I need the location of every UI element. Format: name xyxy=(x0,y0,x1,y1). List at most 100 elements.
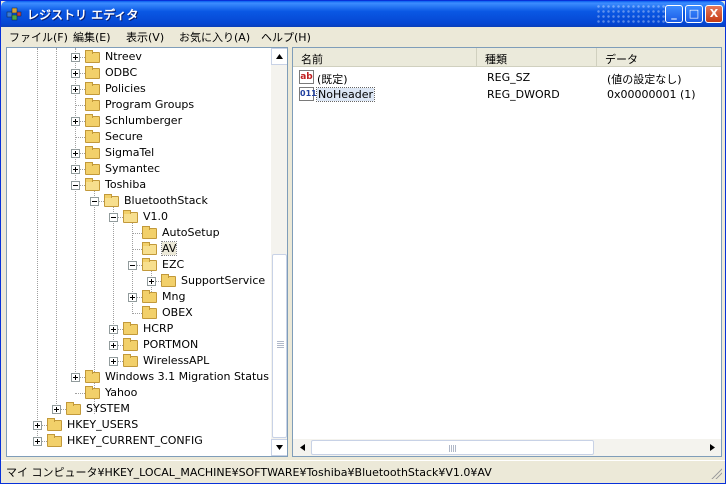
folder-icon xyxy=(123,338,138,351)
folder-open-icon xyxy=(104,194,119,207)
tree-node[interactable]: BluetoothStack xyxy=(7,193,269,209)
window-title: レジストリ エディタ xyxy=(27,8,139,22)
tree-node-label: Ntreev xyxy=(105,50,142,63)
tree-node[interactable]: Yahoo xyxy=(7,385,269,401)
scroll-down-button[interactable] xyxy=(271,439,287,456)
tree-node[interactable]: EZC xyxy=(7,257,269,273)
menu-help[interactable]: ヘルプ(H) xyxy=(257,28,315,46)
tree-node[interactable]: Program Groups xyxy=(7,97,269,113)
folder-icon xyxy=(85,66,100,79)
expand-icon[interactable] xyxy=(109,325,118,334)
collapse-icon[interactable] xyxy=(71,181,80,190)
tree-node[interactable]: OBEX xyxy=(7,305,269,321)
tree-node[interactable]: Schlumberger xyxy=(7,113,269,129)
resize-grip[interactable] xyxy=(710,467,722,479)
collapse-icon[interactable] xyxy=(128,261,137,270)
tree-node[interactable]: SupportService xyxy=(7,273,269,289)
tree-node[interactable]: HKEY_USERS xyxy=(7,417,269,433)
tree-node-label: Mng xyxy=(162,290,186,303)
maximize-button[interactable]: □ xyxy=(685,5,703,23)
tree-node-label: Policies xyxy=(105,82,146,95)
folder-open-icon xyxy=(142,258,157,271)
expand-icon[interactable] xyxy=(71,69,80,78)
arrow-down-icon xyxy=(276,445,283,450)
tree-node[interactable]: Toshiba xyxy=(7,177,269,193)
expand-icon[interactable] xyxy=(71,85,80,94)
list-horizontal-scrollbar[interactable] xyxy=(293,439,721,456)
tree-node-label: Program Groups xyxy=(105,98,195,111)
minimize-button[interactable]: _ xyxy=(665,5,683,23)
expand-icon[interactable] xyxy=(147,277,156,286)
arrow-up-icon xyxy=(276,54,283,59)
tree-node[interactable]: Policies xyxy=(7,81,269,97)
expand-icon[interactable] xyxy=(71,373,80,382)
title-bar[interactable]: レジストリ エディタ _ □ X xyxy=(1,1,725,27)
expand-icon[interactable] xyxy=(33,437,42,446)
folder-icon xyxy=(85,130,100,143)
title-decoration xyxy=(596,4,666,24)
menu-favorites[interactable]: お気に入り(A) xyxy=(175,28,254,46)
tree-node[interactable]: HCRP xyxy=(7,321,269,337)
tree-node-label: Windows 3.1 Migration Status xyxy=(105,370,270,383)
tree-node[interactable]: Mng xyxy=(7,289,269,305)
tree-node[interactable]: WirelessAPL xyxy=(7,353,269,369)
close-button[interactable]: X xyxy=(705,5,723,23)
tree-node[interactable]: Windows 3.1 Migration Status xyxy=(7,369,269,385)
tree-node[interactable]: AV xyxy=(7,241,269,257)
menu-view[interactable]: 表示(V) xyxy=(122,28,168,46)
tree-node-label: Symantec xyxy=(105,162,161,175)
tree-node[interactable]: SYSTEM xyxy=(7,401,269,417)
column-type[interactable]: 種類 xyxy=(477,48,597,67)
tree-node-label: Toshiba xyxy=(105,178,147,191)
tree-node[interactable]: Secure xyxy=(7,129,269,145)
tree-node[interactable]: PORTMON xyxy=(7,337,269,353)
column-data[interactable]: データ xyxy=(597,48,721,67)
tree-node[interactable]: ODBC xyxy=(7,65,269,81)
values-list-pane[interactable]: 名前 種類 データ ab (既定) REG_SZ (値の設定なし) 011 NoHeade… xyxy=(292,47,722,457)
collapse-icon[interactable] xyxy=(109,213,118,222)
expand-icon[interactable] xyxy=(71,149,80,158)
expand-icon[interactable] xyxy=(33,421,42,430)
tree-vertical-scrollbar[interactable] xyxy=(271,48,287,456)
scroll-grip xyxy=(277,341,284,342)
arrow-right-icon[interactable] xyxy=(705,440,720,455)
tree-node[interactable]: V1.0 xyxy=(7,209,269,225)
folder-icon xyxy=(66,402,81,415)
menu-edit[interactable]: 編集(E) xyxy=(69,28,115,46)
list-header: 名前 種類 データ xyxy=(293,48,721,67)
menu-bar: ファイル(F) 編集(E) 表示(V) お気に入り(A) ヘルプ(H) xyxy=(1,27,725,45)
tree-node[interactable]: HKEY_CURRENT_CONFIG xyxy=(7,433,269,449)
scroll-up-button[interactable] xyxy=(271,48,287,65)
tree-node[interactable]: AutoSetup xyxy=(7,225,269,241)
expand-icon[interactable] xyxy=(128,293,137,302)
menu-file[interactable]: ファイル(F) xyxy=(5,28,72,46)
status-path: マイ コンピュータ¥HKEY_LOCAL_MACHINE¥SOFTWARE¥To… xyxy=(6,466,492,479)
tree-node-label: SupportService xyxy=(181,274,266,287)
tree-node-label: Secure xyxy=(105,130,143,143)
expand-icon[interactable] xyxy=(109,341,118,350)
tree-node-label: BluetoothStack xyxy=(124,194,208,207)
expand-icon[interactable] xyxy=(109,357,118,366)
value-row[interactable]: 011 NoHeader REG_DWORD 0x00000001 (1) xyxy=(293,86,721,103)
expand-icon[interactable] xyxy=(71,165,80,174)
tree-node[interactable]: Symantec xyxy=(7,161,269,177)
expand-icon[interactable] xyxy=(52,405,61,414)
column-name[interactable]: 名前 xyxy=(293,48,477,67)
scroll-thumb[interactable] xyxy=(272,254,287,438)
hscroll-thumb[interactable] xyxy=(311,440,594,455)
tree-node[interactable]: SigmaTel xyxy=(7,145,269,161)
tree-node-label: Schlumberger xyxy=(105,114,183,127)
key-tree-pane[interactable]: Ntreev ODBC Policies Program Groups Schlumbe… xyxy=(6,47,288,457)
folder-open-icon xyxy=(142,242,157,255)
expand-icon[interactable] xyxy=(71,117,80,126)
arrow-left-icon[interactable] xyxy=(295,440,310,455)
folder-open-icon xyxy=(123,210,138,223)
value-name: (既定) xyxy=(317,73,348,86)
tree-node[interactable]: Ntreev xyxy=(7,49,269,65)
collapse-icon[interactable] xyxy=(90,197,99,206)
tree-node-label: ODBC xyxy=(105,66,138,79)
tree-node-label: WirelessAPL xyxy=(143,354,210,367)
value-row[interactable]: ab (既定) REG_SZ (値の設定なし) xyxy=(293,69,721,86)
tree-node-label: HCRP xyxy=(143,322,174,335)
expand-icon[interactable] xyxy=(71,53,80,62)
